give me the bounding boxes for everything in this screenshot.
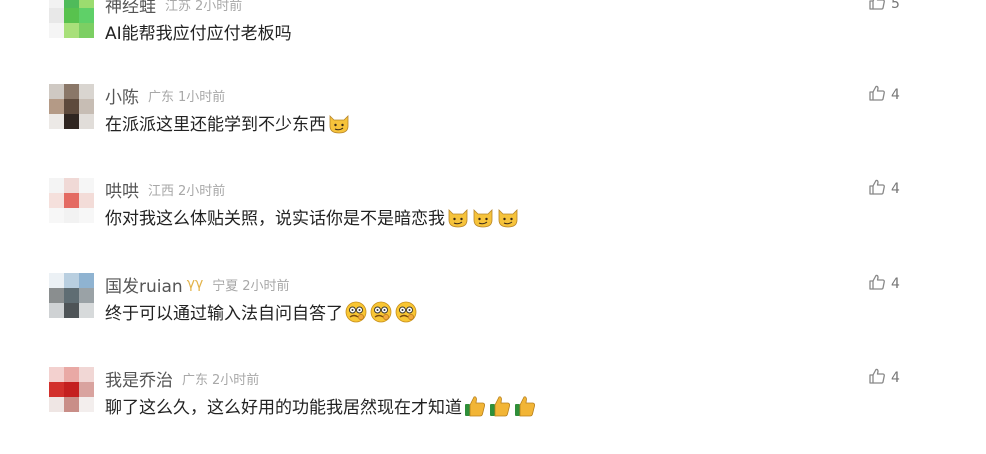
like-count: 4 [891,87,900,103]
thumbs-up-icon [488,394,512,418]
think-face-icon [394,300,418,324]
user-badge-icon: γγ [186,276,204,292]
comment-body: 聊了这么久，这么好用的功能我居然现在才知道 [105,393,537,418]
comment-item: 我是乔治 广东 2小时前聊了这么久，这么好用的功能我居然现在才知道 4 [0,367,986,447]
thumbs-up-icon [513,394,537,418]
comment-body: 终于可以通过输入法自问自答了 [105,299,418,324]
comment-text: 你对我这么体贴关照，说实话你是不是暗恋我 [105,209,445,229]
avatar[interactable] [49,273,94,318]
smirk-cat-icon [471,205,495,229]
like-button[interactable]: 5 [868,0,900,15]
thumbs-up-icon [463,394,487,418]
like-button[interactable]: 4 [868,178,900,200]
comment-item: 小陈 广东 1小时前在派派这里还能学到不少东西 4 [0,84,986,164]
username[interactable]: 我是乔治 [105,366,173,391]
comment-text: 在派派这里还能学到不少东西 [105,115,326,135]
comment-body: AI能帮我应付应付老板吗 [105,19,292,44]
thumbs-up-icon [868,367,886,389]
thumbs-up-icon [868,0,886,15]
timestamp: 2小时前 [195,0,243,14]
location: 广东 [148,89,175,105]
thumbs-up-icon [868,178,886,200]
timestamp: 2小时前 [178,183,226,199]
avatar[interactable] [49,367,94,412]
location: 江苏 [165,0,192,14]
like-count: 4 [891,370,900,386]
username[interactable]: 小陈 [105,83,139,108]
like-button[interactable]: 4 [868,367,900,389]
username[interactable]: 哄哄 [105,177,139,202]
location: 宁夏 [212,278,239,294]
avatar[interactable] [49,0,94,38]
username[interactable]: 神经蛙 [105,0,156,17]
like-button[interactable]: 4 [868,84,900,106]
location: 江西 [148,183,175,199]
comment-header: 我是乔治 广东 2小时前 [105,366,260,391]
think-face-icon [344,300,368,324]
like-button[interactable]: 4 [868,273,900,295]
comment-header: 国发ruian γγ 宁夏 2小时前 [105,272,290,297]
think-face-icon [369,300,393,324]
comment-header: 哄哄 江西 2小时前 [105,177,226,202]
comment-item: 哄哄 江西 2小时前你对我这么体贴关照，说实话你是不是暗恋我 4 [0,178,986,258]
timestamp: 1小时前 [178,89,226,105]
timestamp: 2小时前 [212,372,260,388]
timestamp: 2小时前 [242,278,290,294]
thumbs-up-icon [868,273,886,295]
comment-body: 你对我这么体贴关照，说实话你是不是暗恋我 [105,204,520,229]
comment-item: 神经蛙 江苏 2小时前 AI能帮我应付应付老板吗 5 [0,0,986,73]
smirk-cat-icon [446,205,470,229]
avatar[interactable] [49,84,94,129]
comment-text: 聊了这么久，这么好用的功能我居然现在才知道 [105,398,462,418]
comment-text: 终于可以通过输入法自问自答了 [105,304,343,324]
like-count: 4 [891,276,900,292]
smirk-cat-icon [327,111,351,135]
comment-text: AI能帮我应付应付老板吗 [105,24,292,44]
comment-body: 在派派这里还能学到不少东西 [105,110,351,135]
comment-header: 神经蛙 江苏 2小时前 [105,0,243,17]
like-count: 4 [891,181,900,197]
location: 广东 [182,372,209,388]
comment-header: 小陈 广东 1小时前 [105,83,226,108]
username[interactable]: 国发ruian [105,272,183,297]
avatar[interactable] [49,178,94,223]
thumbs-up-icon [868,84,886,106]
like-count: 5 [891,0,900,12]
comment-item: 国发ruian γγ 宁夏 2小时前终于可以通过输入法自问自答了 4 [0,273,986,353]
smirk-cat-icon [496,205,520,229]
